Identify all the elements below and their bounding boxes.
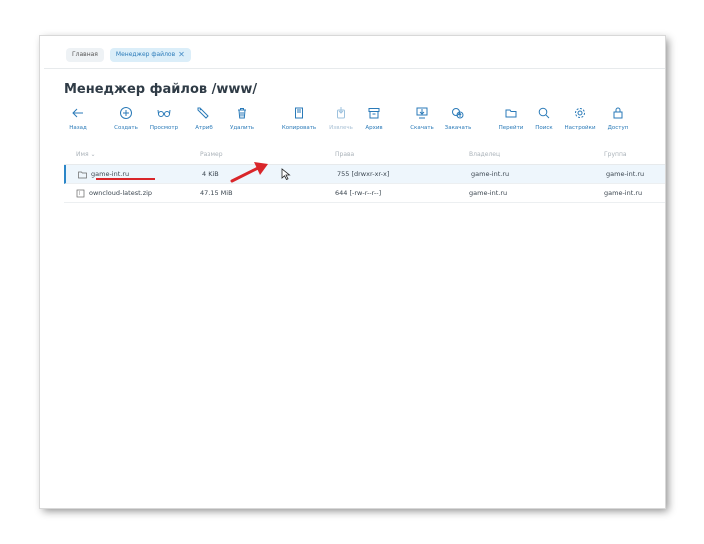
annotation-underline xyxy=(96,178,155,180)
tab-file-manager-label: Менеджер файлов xyxy=(115,51,176,58)
folder-icon xyxy=(78,170,87,179)
copy-icon xyxy=(292,106,306,120)
back-button[interactable]: Назад xyxy=(58,106,98,131)
tab-home-label: Главная xyxy=(72,51,98,58)
back-arrow-icon xyxy=(71,106,85,120)
archive-label: Архив xyxy=(365,125,383,131)
delete-label: Удалить xyxy=(229,125,255,131)
settings-label: Настройки xyxy=(564,125,596,131)
column-name[interactable]: Имя ⌄ xyxy=(76,144,96,164)
upload-label: Закачать xyxy=(444,125,472,131)
access-button[interactable]: Доступ xyxy=(598,106,638,131)
create-label: Создать xyxy=(114,125,138,131)
tag-icon xyxy=(197,106,211,120)
gear-icon xyxy=(573,106,587,120)
toolbar: Назад Создать Просмотр Атриб Удалить Коп… xyxy=(64,106,665,140)
column-name-label: Имя xyxy=(76,150,89,158)
table-row[interactable]: owncloud-latest.zip 47.15 MiB 644 [-rw-r… xyxy=(64,184,665,203)
tab-home[interactable]: Главная xyxy=(66,48,104,62)
file-name-cell: owncloud-latest.zip xyxy=(76,184,152,202)
archive-file-icon xyxy=(76,189,85,198)
file-name[interactable]: game-int.ru xyxy=(91,170,129,178)
file-size: 4 KiB xyxy=(202,170,219,178)
file-permissions: 755 [drwxr-xr-x] xyxy=(337,170,390,178)
download-label: Скачать xyxy=(410,125,434,131)
download-icon xyxy=(415,106,429,120)
table-row[interactable]: game-int.ru 4 KiB 755 [drwxr-xr-x] game-… xyxy=(64,165,665,184)
trash-icon xyxy=(235,106,249,120)
attributes-button[interactable]: Атриб xyxy=(184,106,224,131)
tab-bar: Главная Менеджер файлов ✕ xyxy=(66,48,191,62)
column-owner[interactable]: Владелец xyxy=(469,144,500,164)
file-size: 47.15 MiB xyxy=(200,189,233,197)
access-label: Доступ xyxy=(607,125,629,131)
download-button[interactable]: Скачать xyxy=(402,106,442,131)
extract-icon xyxy=(334,106,348,120)
extract-label: Извлечь xyxy=(329,125,353,131)
tab-divider xyxy=(44,68,665,69)
attributes-label: Атриб xyxy=(195,125,213,131)
page-title: Менеджер файлов /www/ xyxy=(64,82,258,97)
copy-label: Копировать xyxy=(281,125,317,131)
mouse-cursor-icon xyxy=(281,168,291,180)
create-button[interactable]: Создать xyxy=(106,106,146,131)
copy-button[interactable]: Копировать xyxy=(279,106,319,131)
search-label: Поиск xyxy=(535,125,553,131)
annotation-arrow-icon xyxy=(230,162,268,183)
archive-icon xyxy=(367,106,381,120)
close-icon[interactable]: ✕ xyxy=(178,48,185,62)
view-label: Просмотр xyxy=(149,125,179,131)
file-name[interactable]: owncloud-latest.zip xyxy=(89,189,152,197)
delete-button[interactable]: Удалить xyxy=(222,106,262,131)
archive-button[interactable]: Архив xyxy=(354,106,394,131)
column-permissions[interactable]: Права xyxy=(335,144,354,164)
file-group: game-int.ru xyxy=(606,170,645,178)
plus-circle-icon xyxy=(119,106,133,120)
column-size[interactable]: Размер xyxy=(200,144,223,164)
column-group[interactable]: Группа xyxy=(604,144,627,164)
file-table: Имя ⌄ Размер Права Владелец Группа game-… xyxy=(64,144,665,203)
search-icon xyxy=(537,106,551,120)
search-button[interactable]: Поиск xyxy=(524,106,564,131)
folder-icon xyxy=(504,106,518,120)
table-header: Имя ⌄ Размер Права Владелец Группа xyxy=(64,144,665,165)
tab-file-manager[interactable]: Менеджер файлов ✕ xyxy=(109,48,191,62)
file-group: game-int.ru xyxy=(604,189,643,197)
go-to-label: Перейти xyxy=(498,125,524,131)
settings-button[interactable]: Настройки xyxy=(560,106,600,131)
file-owner: game-int.ru xyxy=(471,170,510,178)
upload-icon xyxy=(451,106,465,120)
glasses-icon xyxy=(157,106,171,120)
file-permissions: 644 [-rw-r--r--] xyxy=(335,189,382,197)
upload-button[interactable]: Закачать xyxy=(438,106,478,131)
file-owner: game-int.ru xyxy=(469,189,508,197)
view-button[interactable]: Просмотр xyxy=(144,106,184,131)
lock-icon xyxy=(611,106,625,120)
chevron-down-icon: ⌄ xyxy=(90,150,96,158)
file-manager-window: Главная Менеджер файлов ✕ Менеджер файло… xyxy=(44,40,665,508)
back-label: Назад xyxy=(69,125,87,131)
file-name-cell: game-int.ru xyxy=(78,165,129,183)
screenshot-frame: Главная Менеджер файлов ✕ Менеджер файло… xyxy=(40,36,665,508)
